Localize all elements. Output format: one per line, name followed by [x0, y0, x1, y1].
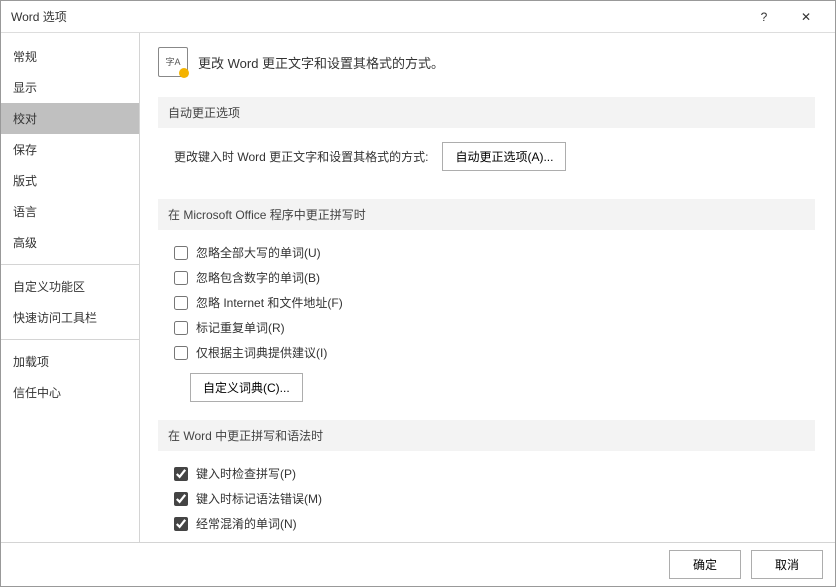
help-icon: ? [761, 10, 768, 24]
sidebar: 常规 显示 校对 保存 版式 语言 高级 自定义功能区 快速访问工具栏 加载项 … [1, 33, 140, 542]
ok-button[interactable]: 确定 [669, 550, 741, 579]
sidebar-item-proofing[interactable]: 校对 [1, 103, 139, 134]
custom-dictionaries-button[interactable]: 自定义词典(C)... [190, 373, 303, 402]
checkbox-input[interactable] [174, 346, 188, 360]
checkbox-main-dict-only[interactable]: 仅根据主词典提供建议(I) [174, 344, 807, 361]
checkbox-label: 键入时检查拼写(P) [196, 465, 296, 482]
checkbox-mark-grammar-typing[interactable]: 键入时标记语法错误(M) [174, 490, 807, 507]
checkbox-input[interactable] [174, 321, 188, 335]
sidebar-item-language[interactable]: 语言 [1, 196, 139, 227]
checkbox-ignore-uppercase[interactable]: 忽略全部大写的单词(U) [174, 244, 807, 261]
autocorrect-options-button[interactable]: 自动更正选项(A)... [442, 142, 566, 171]
checkbox-label: 仅根据主词典提供建议(I) [196, 344, 327, 361]
checkbox-input[interactable] [174, 246, 188, 260]
sidebar-separator [1, 339, 139, 340]
checkbox-flag-repeated[interactable]: 标记重复单词(R) [174, 319, 807, 336]
checkbox-label: 忽略包含数字的单词(B) [196, 269, 320, 286]
sidebar-separator [1, 264, 139, 265]
sidebar-item-save[interactable]: 保存 [1, 134, 139, 165]
section-title-autocorrect: 自动更正选项 [158, 97, 815, 128]
close-icon: ✕ [801, 10, 811, 24]
titlebar: Word 选项 ? ✕ [1, 1, 835, 33]
checkbox-ignore-internet[interactable]: 忽略 Internet 和文件地址(F) [174, 294, 807, 311]
section-body-word-spell: 键入时检查拼写(P) 键入时标记语法错误(M) 经常混淆的单词(N) 随拼写检查… [158, 465, 815, 542]
main: 常规 显示 校对 保存 版式 语言 高级 自定义功能区 快速访问工具栏 加载项 … [1, 33, 835, 542]
checkbox-ignore-numbers[interactable]: 忽略包含数字的单词(B) [174, 269, 807, 286]
sidebar-item-trust-center[interactable]: 信任中心 [1, 377, 139, 408]
checkbox-input[interactable] [174, 492, 188, 506]
page-header: 更改 Word 更正文字和设置其格式的方式。 [158, 47, 815, 77]
checkbox-input[interactable] [174, 467, 188, 481]
proofing-icon [158, 47, 188, 77]
checkbox-confused-words[interactable]: 经常混淆的单词(N) [174, 515, 807, 532]
sidebar-item-addins[interactable]: 加载项 [1, 346, 139, 377]
checkbox-label: 经常混淆的单词(N) [196, 515, 297, 532]
checkbox-label: 键入时标记语法错误(M) [196, 490, 322, 507]
section-title-word-spell: 在 Word 中更正拼写和语法时 [158, 420, 815, 451]
checkbox-input[interactable] [174, 271, 188, 285]
checkbox-label: 忽略全部大写的单词(U) [196, 244, 321, 261]
dialog-footer: 确定 取消 [1, 542, 835, 586]
sidebar-item-general[interactable]: 常规 [1, 41, 139, 72]
help-button[interactable]: ? [743, 2, 785, 32]
dialog-title: Word 选项 [11, 8, 743, 25]
page-header-text: 更改 Word 更正文字和设置其格式的方式。 [198, 53, 444, 72]
word-options-dialog: Word 选项 ? ✕ 常规 显示 校对 保存 版式 语言 高级 自定义功能区 … [0, 0, 836, 587]
checkbox-label: 标记重复单词(R) [196, 319, 285, 336]
checkbox-label: 忽略 Internet 和文件地址(F) [196, 294, 343, 311]
content: 更改 Word 更正文字和设置其格式的方式。 自动更正选项 更改键入时 Word… [140, 33, 835, 542]
checkbox-input[interactable] [174, 517, 188, 531]
section-body-office-spell: 忽略全部大写的单词(U) 忽略包含数字的单词(B) 忽略 Internet 和文… [158, 244, 815, 420]
autocorrect-row: 更改键入时 Word 更正文字和设置其格式的方式: 自动更正选项(A)... [174, 142, 807, 171]
sidebar-item-display[interactable]: 显示 [1, 72, 139, 103]
section-body-autocorrect: 更改键入时 Word 更正文字和设置其格式的方式: 自动更正选项(A)... [158, 142, 815, 199]
sidebar-item-layout[interactable]: 版式 [1, 165, 139, 196]
sidebar-item-customize-ribbon[interactable]: 自定义功能区 [1, 271, 139, 302]
sidebar-item-advanced[interactable]: 高级 [1, 227, 139, 258]
sidebar-item-quick-access[interactable]: 快速访问工具栏 [1, 302, 139, 333]
section-title-office-spell: 在 Microsoft Office 程序中更正拼写时 [158, 199, 815, 230]
close-button[interactable]: ✕ [785, 2, 827, 32]
checkbox-check-spelling-typing[interactable]: 键入时检查拼写(P) [174, 465, 807, 482]
cancel-button[interactable]: 取消 [751, 550, 823, 579]
autocorrect-desc: 更改键入时 Word 更正文字和设置其格式的方式: [174, 148, 428, 165]
checkbox-input[interactable] [174, 296, 188, 310]
